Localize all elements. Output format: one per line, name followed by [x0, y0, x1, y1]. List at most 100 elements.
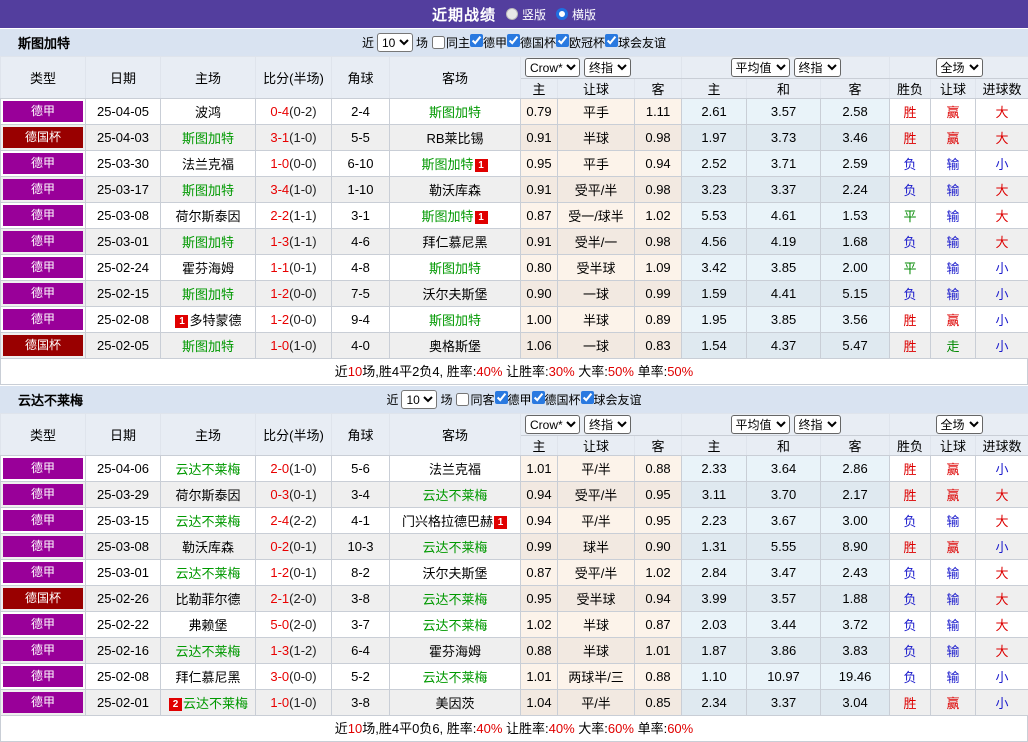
- league-cell: 德国杯: [1, 586, 86, 612]
- league-checkbox[interactable]: [495, 391, 508, 404]
- final-odds-select-2[interactable]: 终指: [794, 58, 841, 77]
- league-filter[interactable]: 德国杯: [507, 34, 556, 51]
- score-cell: 1-0(1-0): [256, 690, 332, 716]
- crow-home-odds: 0.95: [521, 151, 558, 177]
- handicap-line: 受一/球半: [558, 203, 635, 229]
- layout-radio-horizontal[interactable]: 横版: [556, 6, 596, 23]
- halftime-score: (0-0): [289, 156, 316, 171]
- league-checkbox[interactable]: [556, 34, 569, 47]
- away-team-name[interactable]: 斯图加特: [421, 209, 473, 224]
- home-team-name[interactable]: 云达不莱梅: [175, 462, 240, 477]
- away-team-name[interactable]: 斯图加特: [429, 261, 481, 276]
- section-team-name: 云达不莱梅: [18, 390, 83, 409]
- avg-draw-odds: 3.37: [747, 690, 821, 716]
- league-filter-label: 欧冠杯: [569, 36, 605, 50]
- league-filter[interactable]: 德甲: [495, 391, 532, 408]
- same-venue-checkbox[interactable]: [432, 36, 445, 49]
- header-group-row: 类型日期主场比分(半场)角球客场Crow*终指平均值终指全场: [1, 414, 1028, 436]
- home-team-name: 多特蒙德: [189, 313, 241, 328]
- sub-column-header: 和: [747, 436, 821, 456]
- avg-draw-odds: 4.19: [747, 229, 821, 255]
- avg-home-odds: 2.03: [682, 612, 747, 638]
- away-team-name[interactable]: 斯图加特: [421, 157, 473, 172]
- home-team-name[interactable]: 云达不莱梅: [175, 566, 240, 581]
- result-goals: 小: [976, 690, 1028, 716]
- full-match-select[interactable]: 全场: [936, 58, 983, 77]
- home-team-name[interactable]: 云达不莱梅: [183, 696, 248, 711]
- avg-home-odds: 2.34: [682, 690, 747, 716]
- away-team-name[interactable]: 云达不莱梅: [422, 540, 487, 555]
- crow-away-odds: 0.90: [635, 534, 682, 560]
- away-team-name[interactable]: 云达不莱梅: [422, 618, 487, 633]
- result-outcome: 胜: [890, 482, 931, 508]
- sub-column-header: 进球数: [976, 436, 1028, 456]
- league-filter[interactable]: 德国杯: [532, 391, 581, 408]
- home-team-name[interactable]: 云达不莱梅: [175, 514, 240, 529]
- halftime-score: (1-1): [289, 234, 316, 249]
- final-odds-select-2[interactable]: 终指: [794, 415, 841, 434]
- home-team-name[interactable]: 斯图加特: [182, 235, 234, 250]
- league-checkbox[interactable]: [605, 34, 618, 47]
- home-team-name[interactable]: 斯图加特: [182, 287, 234, 302]
- corner-cell: 4-0: [332, 333, 390, 359]
- average-select[interactable]: 平均值: [731, 415, 790, 434]
- home-team-name[interactable]: 斯图加特: [182, 183, 234, 198]
- away-team-name: 霍芬海姆: [429, 644, 481, 659]
- crow-select[interactable]: Crow*: [525, 415, 580, 434]
- league-cell: 德国杯: [1, 333, 86, 359]
- summary-text: 单率:: [634, 364, 667, 379]
- match-count-select[interactable]: 10: [401, 390, 437, 409]
- team-section: 云达不莱梅近10场同客德甲德国杯球会友谊类型日期主场比分(半场)角球客场Crow…: [0, 385, 1028, 742]
- away-team-name[interactable]: 云达不莱梅: [422, 592, 487, 607]
- league-type-badge: 德甲: [3, 153, 83, 174]
- crow-select[interactable]: Crow*: [525, 58, 580, 77]
- radio-checked-icon[interactable]: [556, 8, 568, 20]
- average-select[interactable]: 平均值: [731, 58, 790, 77]
- handicap-line: 半球: [558, 307, 635, 333]
- away-team-name[interactable]: 斯图加特: [429, 105, 481, 120]
- crow-home-odds: 0.95: [521, 586, 558, 612]
- away-team-name: 拜仁慕尼黑: [422, 235, 487, 250]
- away-team-name: 沃尔夫斯堡: [422, 287, 487, 302]
- away-team-name[interactable]: 斯图加特: [429, 313, 481, 328]
- column-header: 比分(半场): [256, 57, 332, 99]
- handicap-line: 半球: [558, 638, 635, 664]
- avg-away-odds: 2.86: [821, 456, 890, 482]
- date-cell: 25-03-30: [86, 151, 161, 177]
- league-filter[interactable]: 球会友谊: [581, 391, 642, 408]
- full-match-select[interactable]: 全场: [936, 415, 983, 434]
- home-team-name[interactable]: 斯图加特: [182, 131, 234, 146]
- away-team-name[interactable]: 云达不莱梅: [422, 488, 487, 503]
- result-outcome: 胜: [890, 99, 931, 125]
- home-team-name[interactable]: 云达不莱梅: [175, 644, 240, 659]
- home-team-cell: 荷尔斯泰因: [161, 482, 256, 508]
- section-summary: 近10场,胜4平0负6, 胜率:40% 让胜率:40% 大率:60% 单率:60…: [0, 716, 1028, 742]
- league-checkbox[interactable]: [532, 391, 545, 404]
- league-filter[interactable]: 球会友谊: [605, 34, 666, 51]
- final-odds-select-1[interactable]: 终指: [584, 415, 631, 434]
- league-checkbox[interactable]: [581, 391, 594, 404]
- corner-cell: 10-3: [332, 534, 390, 560]
- score-cell: 3-4(1-0): [256, 177, 332, 203]
- crow-group-header: Crow*终指: [521, 414, 682, 436]
- final-odds-select-1[interactable]: 终指: [584, 58, 631, 77]
- same-venue-checkbox[interactable]: [456, 393, 469, 406]
- league-filter[interactable]: 欧冠杯: [556, 34, 605, 51]
- match-count-select[interactable]: 10: [377, 33, 413, 52]
- league-checkbox[interactable]: [470, 34, 483, 47]
- handicap-line: 受平/半: [558, 177, 635, 203]
- radio-unchecked-icon[interactable]: [506, 8, 518, 20]
- league-checkbox[interactable]: [507, 34, 520, 47]
- league-type-badge: 德甲: [3, 692, 83, 713]
- league-cell: 德甲: [1, 151, 86, 177]
- away-team-name[interactable]: 云达不莱梅: [422, 670, 487, 685]
- home-team-name[interactable]: 斯图加特: [182, 339, 234, 354]
- avg-home-odds: 1.97: [682, 125, 747, 151]
- league-filter[interactable]: 德甲: [470, 34, 507, 51]
- league-type-badge: 德国杯: [3, 127, 83, 148]
- avg-draw-odds: 3.57: [747, 99, 821, 125]
- date-cell: 25-03-01: [86, 229, 161, 255]
- crow-away-odds: 0.88: [635, 664, 682, 690]
- fulltime-score: 1-2: [270, 312, 289, 327]
- layout-radio-vertical[interactable]: 竖版: [506, 6, 546, 23]
